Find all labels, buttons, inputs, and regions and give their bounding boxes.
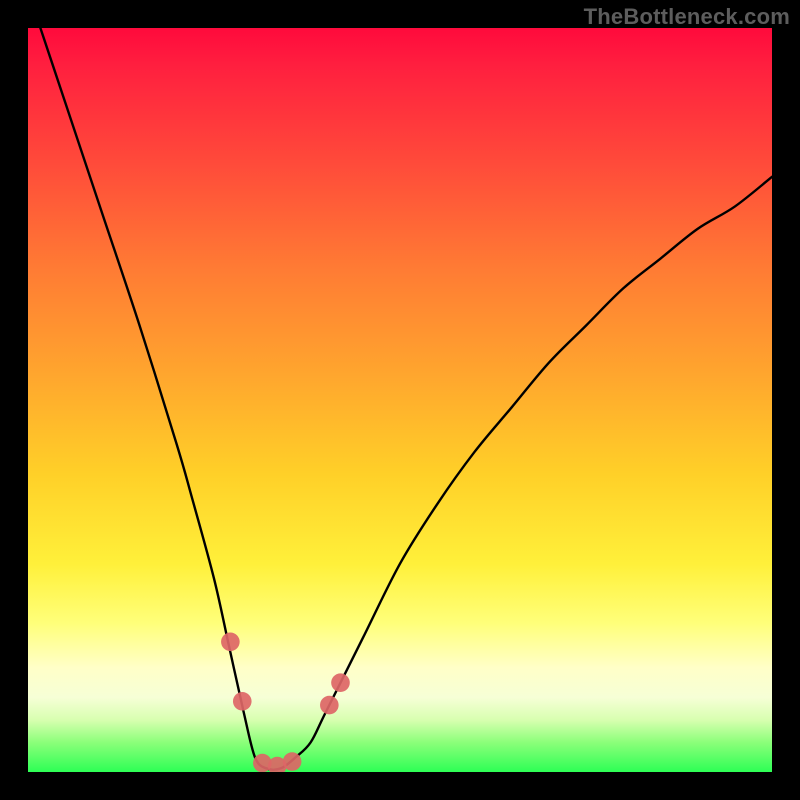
marker-right-blob-upper [331,673,350,692]
plot-area [28,28,772,772]
marker-right-blob-lower [320,696,339,715]
bottleneck-curve [28,28,772,770]
watermark-text: TheBottleneck.com [584,4,790,30]
marker-left-blob-upper [221,633,240,652]
curve-layer [28,28,772,772]
marker-left-blob-lower [233,692,252,711]
marker-layer [221,633,350,773]
chart-stage: TheBottleneck.com [0,0,800,800]
marker-valley-right [283,752,302,771]
